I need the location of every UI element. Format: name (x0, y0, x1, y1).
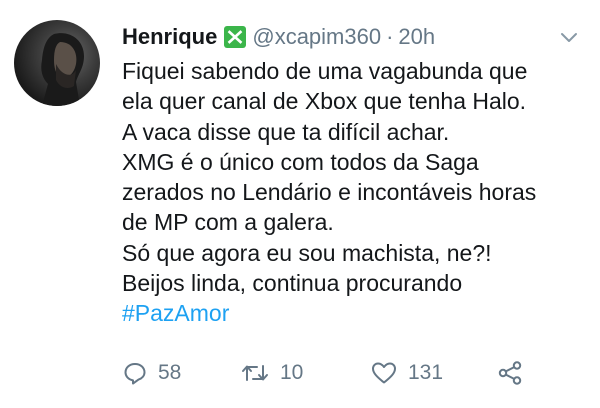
tweet-line: zerados no Lendário e incontáveis horas (122, 179, 537, 206)
reply-icon (122, 360, 148, 386)
heart-icon (370, 360, 398, 386)
tweet-line: Beijos linda, continua procurando (122, 270, 463, 297)
like-count: 131 (408, 361, 444, 384)
check-box-icon (224, 26, 247, 48)
tweet-line: Fiquei sabendo de uma vagabunda que (122, 58, 528, 84)
tweet-line: ela quer canal de Xbox que tenha Halo. (122, 88, 527, 115)
share-button[interactable] (496, 360, 524, 386)
retweet-count: 10 (280, 361, 304, 384)
tweet-time[interactable]: 20h (398, 24, 435, 50)
hashtag-link[interactable]: #PazAmor (122, 298, 592, 328)
tweet-line: Só que agora eu sou machista, ne?! (122, 239, 492, 266)
tweet-line: A vaca disse que ta difícil achar. (122, 118, 450, 145)
tweet-header: Henrique @xcapim360 · 20h (122, 22, 580, 52)
author-name[interactable]: Henrique (122, 24, 217, 50)
tweet-text: Fiquei sabendo de uma vagabunda que ela … (122, 56, 592, 329)
avatar[interactable] (14, 20, 100, 106)
action-bar: 58 10 131 (122, 358, 524, 388)
reply-count: 58 (158, 361, 182, 384)
chevron-down-icon[interactable] (558, 26, 580, 48)
author-handle[interactable]: @xcapim360 (252, 24, 381, 50)
avatar-photo (41, 33, 84, 106)
tweet-line: de MP com a galera. (122, 209, 334, 236)
tweet-card[interactable]: Henrique @xcapim360 · 20h Fiquei sabendo… (0, 0, 600, 408)
retweet-icon (240, 360, 270, 386)
reply-button[interactable]: 58 (122, 360, 240, 386)
retweet-button[interactable]: 10 (240, 360, 370, 386)
separator-dot: · (386, 24, 394, 49)
like-button[interactable]: 131 (370, 360, 496, 386)
tweet-line: XMG é o único com todos da Saga (122, 148, 479, 175)
share-icon (496, 360, 524, 386)
